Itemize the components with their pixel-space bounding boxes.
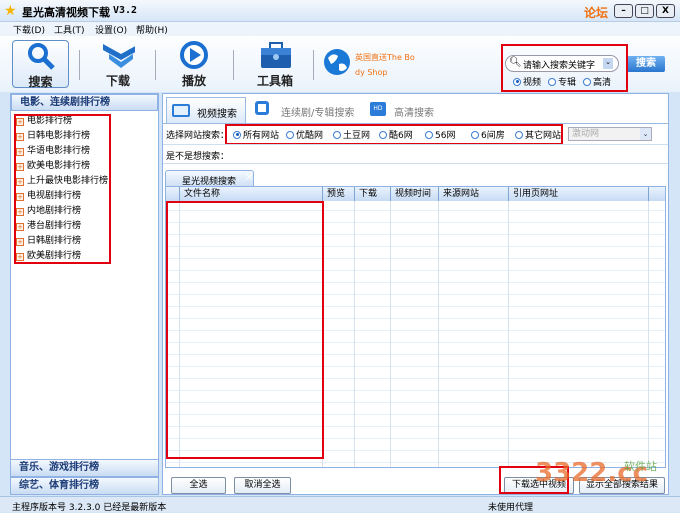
- menu-download[interactable]: 下载(D): [13, 23, 45, 36]
- globe-ad-icon[interactable]: [323, 48, 351, 79]
- tab-label: 视频搜索: [197, 109, 237, 120]
- toolbox-tool-button[interactable]: 工具箱: [245, 40, 305, 88]
- close-button[interactable]: X: [656, 4, 675, 18]
- sidebar: 电影、连续剧排行榜 + 电影排行榜 + 日韩电影排行榜 + 华语电影排行榜 + 欧美电影…: [10, 93, 159, 495]
- tab-label: 高清搜索: [394, 108, 434, 119]
- sidebar-section-variety[interactable]: 综艺、体育排行榜: [10, 477, 159, 495]
- tab-hd-search[interactable]: HD 高清搜索: [368, 97, 448, 123]
- status-version: 主程序版本号 3.2.3.0 已经是最新版本: [12, 503, 167, 513]
- highlight-box: [501, 44, 628, 92]
- column-download[interactable]: 下载: [354, 187, 390, 201]
- watermark-sub: 软件站: [624, 460, 657, 473]
- forum-link[interactable]: 论坛: [584, 4, 608, 21]
- tab-video-search[interactable]: 视频搜索: [166, 97, 246, 123]
- menu-bar: 下载(D) 工具(T) 设置(O) 帮助(H): [0, 22, 680, 36]
- close-tab-icon[interactable]: ×: [245, 172, 253, 183]
- select-all-button[interactable]: 全选: [171, 477, 226, 494]
- toolbar: 搜索 下载 播放 工具箱 英国直送The Bo dy Shop 🔍︎ 请输入搜索…: [0, 36, 680, 92]
- star-logo-icon: ★: [4, 3, 17, 19]
- toolbox-icon: [258, 40, 292, 70]
- play-tool-button[interactable]: 播放: [166, 40, 222, 88]
- app-title: 星光高清视频下载: [22, 6, 110, 19]
- results-table[interactable]: 文件名称 预览 下载 视频时间 来源网站 引用页网址: [165, 186, 666, 468]
- title-bar: ★ 星光高清视频下载 V3.2 论坛 – □ X: [0, 0, 680, 22]
- play-tool-label: 播放: [181, 74, 206, 88]
- column-duration[interactable]: 视频时间: [390, 187, 438, 201]
- toolbox-tool-label: 工具箱: [256, 74, 293, 88]
- column-preview[interactable]: 预览: [322, 187, 354, 201]
- play-icon: [177, 40, 211, 70]
- result-tab[interactable]: 星光视频搜索 ×: [165, 170, 254, 187]
- magnifier-icon: [24, 41, 58, 71]
- ad-text-line2[interactable]: dy Shop: [355, 68, 387, 77]
- sidebar-section-music[interactable]: 音乐、游戏排行榜: [10, 459, 159, 477]
- download-tool-button[interactable]: 下载: [90, 40, 146, 88]
- deselect-all-button[interactable]: 取消全选: [234, 477, 291, 494]
- sidebar-section-movies[interactable]: 电影、连续剧排行榜: [11, 94, 158, 111]
- highlight-box: [225, 124, 563, 145]
- hd-tab-icon: HD: [370, 102, 386, 116]
- column-filename[interactable]: 文件名称: [179, 187, 322, 201]
- ad-text-line1[interactable]: 英国直送The Bo: [355, 52, 415, 63]
- highlight-box: [14, 114, 111, 264]
- search-tool-label: 搜索: [28, 75, 53, 89]
- menu-settings[interactable]: 设置(O): [95, 23, 127, 36]
- app-version: V3.2: [113, 5, 138, 16]
- minimize-button[interactable]: –: [614, 4, 633, 18]
- table-header: 文件名称 预览 下载 视频时间 来源网站 引用页网址: [166, 187, 665, 201]
- column-referer[interactable]: 引用页网址: [508, 187, 648, 201]
- site-filter-label: 选择网站搜索：: [166, 131, 230, 141]
- video-tab-icon: [172, 104, 190, 117]
- other-site-value: 激动网: [572, 129, 600, 139]
- download-tool-label: 下载: [105, 74, 130, 88]
- status-bar: 主程序版本号 3.2.3.0 已经是最新版本 未使用代理: [0, 496, 680, 513]
- menu-help[interactable]: 帮助(H): [136, 23, 168, 36]
- download-chevron-icon: [101, 40, 135, 70]
- suggest-label: 是不是想搜索：: [166, 152, 230, 162]
- search-button[interactable]: 搜索: [627, 56, 665, 72]
- tab-label: 连续剧/专辑搜索: [281, 108, 355, 119]
- search-tool-button[interactable]: 搜索: [12, 40, 69, 89]
- chevron-down-icon: ⌄: [640, 128, 651, 140]
- other-site-select[interactable]: 激动网 ⌄: [568, 127, 652, 141]
- column-source[interactable]: 来源网站: [438, 187, 508, 201]
- series-tab-icon: [255, 101, 269, 115]
- search-button-label: 搜索: [636, 58, 656, 69]
- maximize-button[interactable]: □: [635, 4, 654, 18]
- menu-tools[interactable]: 工具(T): [54, 23, 85, 36]
- main-panel: 视频搜索 连续剧/专辑搜索 HD 高清搜索 选择网站搜索： 所有网站 优酷网 土…: [162, 93, 669, 495]
- highlight-box: [166, 201, 324, 459]
- status-proxy: 未使用代理: [488, 503, 534, 513]
- tab-series-search[interactable]: 连续剧/专辑搜索: [253, 97, 363, 123]
